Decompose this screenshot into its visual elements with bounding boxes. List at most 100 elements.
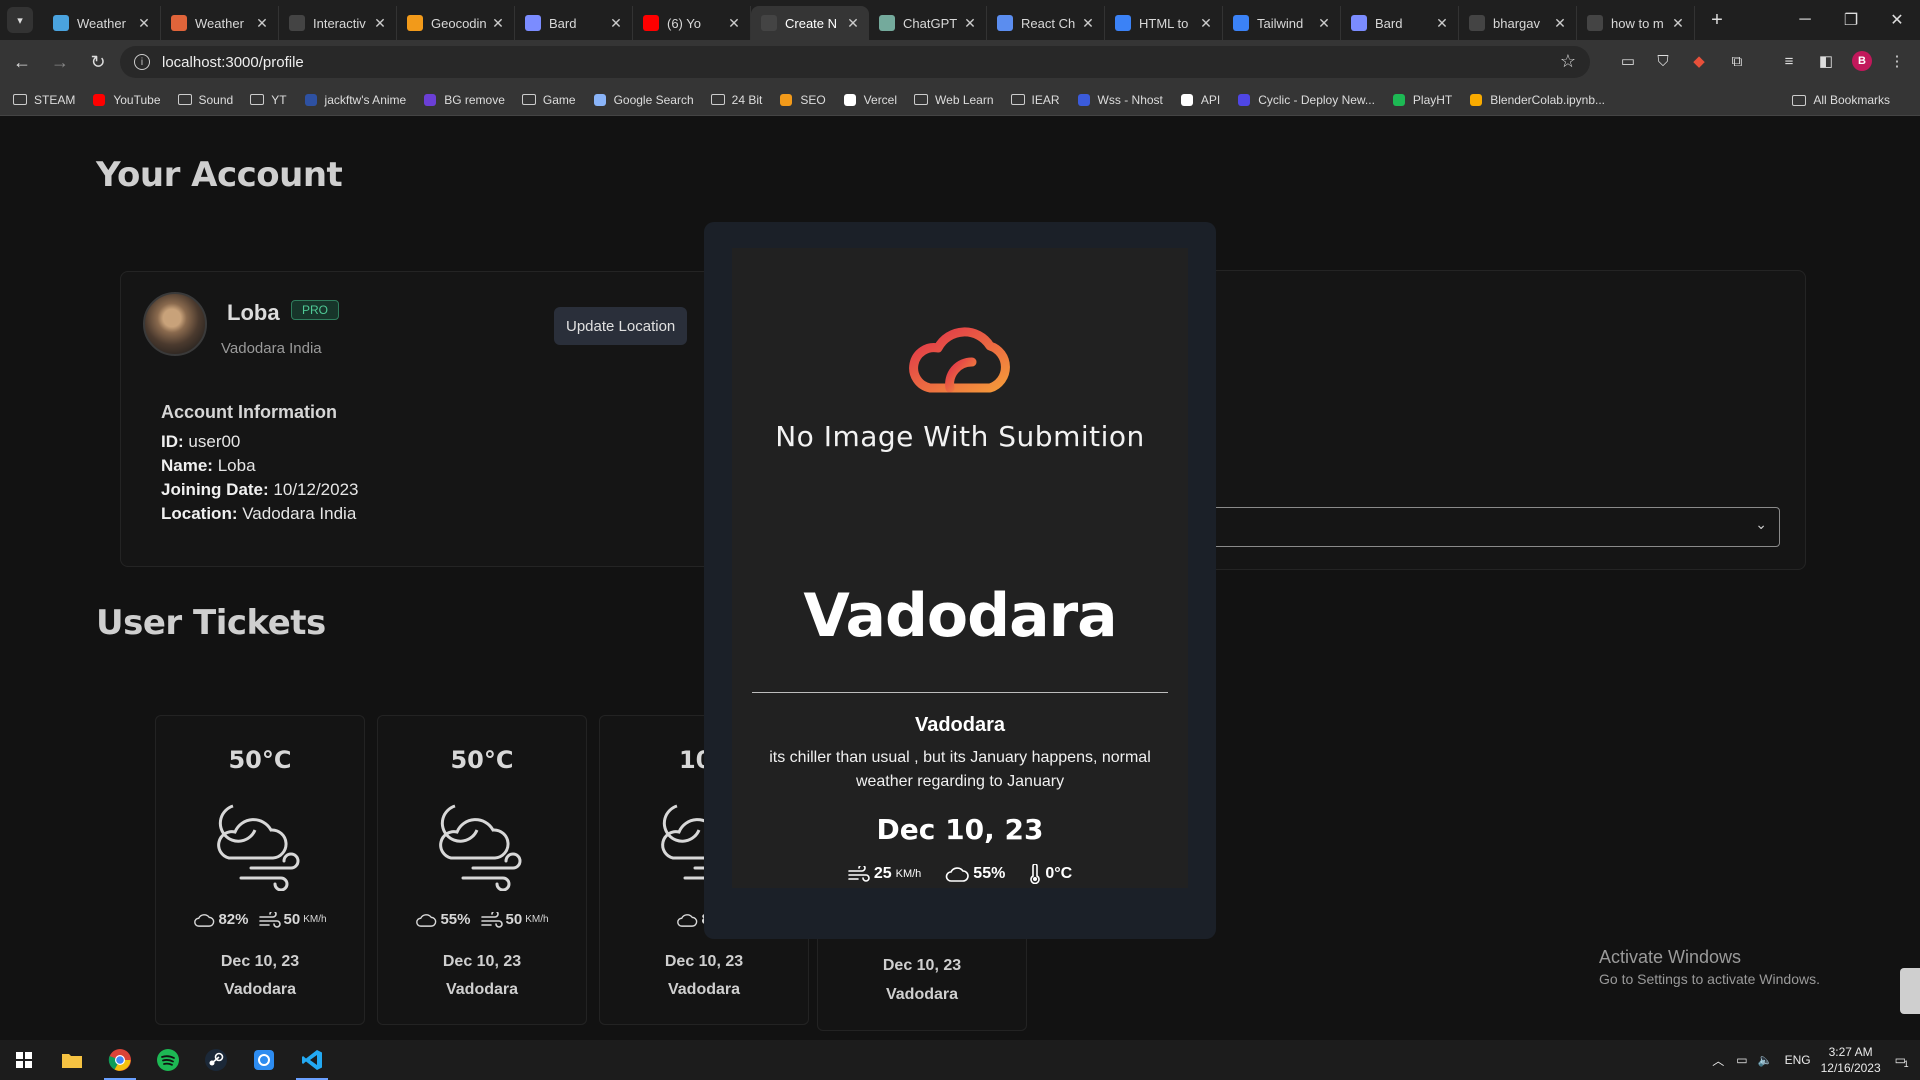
- browser-tab[interactable]: Weather ✕: [43, 6, 161, 40]
- language-indicator[interactable]: ENG: [1785, 1053, 1811, 1067]
- shield-extension-icon[interactable]: ⛉: [1652, 50, 1674, 72]
- windows-taskbar: ︿ ▭ 🔈 ENG 3:27 AM 12/16/2023 ▭ 1: [0, 1040, 1920, 1080]
- bookmark-item[interactable]: BG remove: [422, 93, 505, 107]
- file-explorer-button[interactable]: [48, 1040, 96, 1080]
- bookmark-item[interactable]: 24 Bit: [710, 93, 762, 107]
- bookmark-item[interactable]: BlenderColab.ipynb...: [1468, 93, 1605, 107]
- profile-avatar[interactable]: B: [1852, 51, 1872, 71]
- bookmark-item[interactable]: Vercel: [842, 93, 897, 107]
- volume-icon[interactable]: 🔈: [1758, 1053, 1773, 1067]
- gs-icon: [592, 93, 608, 107]
- side-handle[interactable]: [1900, 968, 1920, 1014]
- folder-icon: [521, 93, 537, 107]
- all-bookmarks-button[interactable]: All Bookmarks: [1791, 93, 1890, 107]
- ticket-card[interactable]: 50°C 55% 50 KM/h Dec 10, 23 Vadodara: [377, 715, 587, 1025]
- bookmark-item[interactable]: Google Search: [592, 93, 694, 107]
- location-select[interactable]: ⌄: [1200, 507, 1780, 547]
- puzzle-extensions-icon[interactable]: ⧉: [1726, 50, 1748, 72]
- cast-icon[interactable]: ▭: [1617, 50, 1639, 72]
- browser-tab[interactable]: bhargav ✕: [1459, 6, 1577, 40]
- spotify-taskbar-button[interactable]: [144, 1040, 192, 1080]
- vscode-taskbar-button[interactable]: [288, 1040, 336, 1080]
- reload-button[interactable]: ↻: [82, 46, 114, 78]
- chrome-taskbar-button[interactable]: [96, 1040, 144, 1080]
- app-taskbar-button[interactable]: [240, 1040, 288, 1080]
- ticket-date: Dec 10, 23: [442, 953, 522, 970]
- close-tab-icon[interactable]: ✕: [1198, 15, 1214, 32]
- bookmark-item[interactable]: jackftw's Anime: [303, 93, 406, 107]
- tray-chevron-icon[interactable]: ︿: [1712, 1052, 1724, 1069]
- forward-button[interactable]: →: [44, 46, 76, 78]
- browser-tab[interactable]: React Ch ✕: [987, 6, 1105, 40]
- new-tab-button[interactable]: +: [1703, 6, 1731, 34]
- bookmark-label: YouTube: [113, 92, 161, 107]
- update-location-button[interactable]: Update Location: [554, 307, 688, 345]
- bookmark-item[interactable]: API: [1179, 93, 1220, 107]
- start-button[interactable]: [0, 1040, 48, 1080]
- browser-tab[interactable]: Interactiv ✕: [279, 6, 397, 40]
- close-tab-icon[interactable]: ✕: [254, 15, 270, 32]
- bookmark-item[interactable]: Cyclic - Deploy New...: [1236, 93, 1375, 107]
- cloud-icon: [946, 867, 970, 882]
- browser-toolbar: ← → ↻ i localhost:3000/profile ☆ ▭ ⛉ ◆ ⧉…: [0, 40, 1920, 84]
- close-tab-icon[interactable]: ✕: [608, 15, 624, 32]
- bookmark-item[interactable]: STEAM: [12, 93, 75, 107]
- bookmark-label: SEO: [800, 92, 826, 107]
- bookmark-item[interactable]: SEO: [778, 92, 826, 107]
- tab-title: bhargav: [1493, 15, 1540, 31]
- bookmark-item[interactable]: IEAR: [1010, 93, 1060, 107]
- close-tab-icon[interactable]: ✕: [1316, 15, 1332, 32]
- browser-tab[interactable]: Create N ✕: [751, 6, 869, 40]
- windows-logo-icon: [16, 1052, 32, 1068]
- close-tab-icon[interactable]: ✕: [1434, 15, 1450, 32]
- bard-icon: [525, 15, 541, 31]
- clock[interactable]: 3:27 AM 12/16/2023: [1821, 1044, 1881, 1076]
- browser-tab[interactable]: Bard ✕: [1341, 6, 1459, 40]
- close-tab-icon[interactable]: ✕: [1080, 15, 1096, 32]
- bookmark-star-icon[interactable]: ☆: [1560, 51, 1576, 72]
- close-tab-icon[interactable]: ✕: [962, 15, 978, 32]
- browser-tab[interactable]: (6) Yo ✕: [633, 6, 751, 40]
- ticket-city: Vadodara: [223, 981, 297, 998]
- close-tab-icon[interactable]: ✕: [726, 15, 742, 32]
- tab-search-button[interactable]: ▾: [7, 7, 33, 33]
- address-bar[interactable]: i localhost:3000/profile ☆: [120, 46, 1590, 78]
- bookmark-item[interactable]: Game: [521, 93, 576, 107]
- browser-tab[interactable]: how to m ✕: [1577, 6, 1695, 40]
- close-window-button[interactable]: ✕: [1874, 0, 1920, 40]
- network-icon[interactable]: ▭: [1736, 1053, 1747, 1067]
- side-panel-icon[interactable]: ◧: [1815, 50, 1837, 72]
- steam-taskbar-button[interactable]: [192, 1040, 240, 1080]
- back-button[interactable]: ←: [6, 46, 38, 78]
- tab-title: Geocodin: [431, 15, 486, 31]
- browser-tab[interactable]: ChatGPT ✕: [869, 6, 987, 40]
- ticket-card[interactable]: 50°C 82% 50 KM/h Dec 10, 23 Vadodara: [155, 715, 365, 1025]
- extension-icon[interactable]: ◆: [1688, 50, 1710, 72]
- bookmark-item[interactable]: Sound: [177, 93, 233, 107]
- bookmark-item[interactable]: PlayHT: [1391, 93, 1452, 107]
- notifications-icon[interactable]: ▭ 1: [1895, 1053, 1909, 1069]
- close-tab-icon[interactable]: ✕: [372, 15, 388, 32]
- restore-button[interactable]: ❐: [1828, 0, 1874, 40]
- browser-tab[interactable]: Bard ✕: [515, 6, 633, 40]
- bookmark-item[interactable]: Web Learn: [913, 93, 994, 107]
- minimize-button[interactable]: ─: [1782, 0, 1828, 40]
- bookmark-item[interactable]: YouTube: [91, 92, 161, 107]
- close-tab-icon[interactable]: ✕: [136, 15, 152, 32]
- tab-title: Tailwind: [1257, 15, 1304, 31]
- browser-tab[interactable]: Weather ✕: [161, 6, 279, 40]
- seo-icon: [778, 93, 794, 107]
- browser-tab[interactable]: HTML to ✕: [1105, 6, 1223, 40]
- browser-tab[interactable]: Geocodin ✕: [397, 6, 515, 40]
- close-tab-icon[interactable]: ✕: [490, 15, 506, 32]
- close-tab-icon[interactable]: ✕: [1670, 15, 1686, 32]
- browser-tab[interactable]: Tailwind ✕: [1223, 6, 1341, 40]
- close-tab-icon[interactable]: ✕: [845, 15, 861, 32]
- bookmark-item[interactable]: Wss - Nhost: [1076, 93, 1163, 107]
- account-date-row: Joining Date: 10/12/2023: [161, 480, 359, 499]
- media-controls-icon[interactable]: ≡: [1778, 50, 1800, 72]
- close-tab-icon[interactable]: ✕: [1552, 15, 1568, 32]
- site-info-icon[interactable]: i: [134, 54, 150, 70]
- bookmark-item[interactable]: YT: [249, 93, 287, 107]
- menu-kebab-icon[interactable]: ⋮: [1886, 50, 1908, 72]
